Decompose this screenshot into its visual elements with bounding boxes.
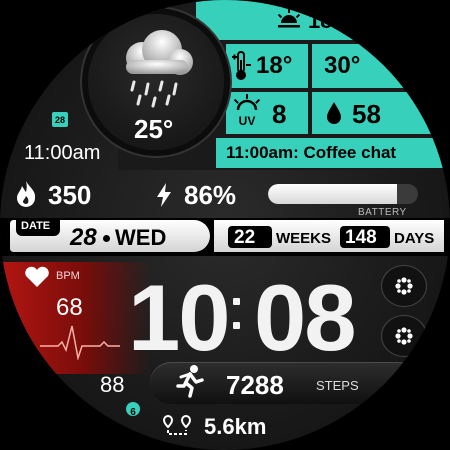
date-day: 28 (70, 224, 97, 251)
lightning-icon (154, 182, 174, 208)
steps-value: 7288 (226, 370, 284, 400)
date-separator-dot (103, 235, 110, 242)
temp-min: 18° (256, 52, 293, 79)
heart-icon (24, 266, 50, 288)
calories-value: 350 (48, 180, 92, 210)
weeks-value: 22 (234, 227, 256, 248)
date-label-tag: DATE (16, 218, 60, 236)
weeks-box: 22 (228, 226, 272, 248)
days-box: 148 (340, 226, 390, 248)
dots-icon (394, 326, 414, 346)
sunrise-cell: 18:49 (196, 0, 450, 40)
complication-button-top[interactable] (382, 266, 426, 306)
battery-label: BATTERY (358, 207, 407, 218)
weather-dial[interactable]: 25° (88, 14, 224, 150)
temp-max-cell: 30° (312, 44, 450, 88)
complication-button-bottom[interactable] (382, 316, 426, 356)
bpm-label: BPM (56, 270, 80, 282)
rain-cloud-icon (112, 28, 200, 108)
bpm-value: 68 (56, 294, 83, 321)
days-value: 148 (345, 227, 377, 248)
route-icon (162, 414, 192, 438)
next-event: 11:00am: Coffee chat (226, 143, 397, 162)
days-label: DAYS (394, 230, 435, 247)
battery-bar (268, 184, 418, 204)
time-hours: 10 (128, 265, 231, 370)
steps-label: STEPS (316, 378, 359, 393)
notification-badge[interactable]: 6 (126, 402, 140, 418)
ecg-line (40, 324, 120, 360)
temp-max: 30° (324, 52, 361, 79)
notification-count: 6 (130, 407, 136, 418)
current-temp: 25° (134, 114, 174, 144)
humidity-cell: 58 (312, 92, 450, 134)
left-value: 88 (100, 372, 125, 397)
sunrise-time: 18:49 (308, 8, 365, 33)
temp-min-cell: 18° (226, 44, 308, 88)
uv-value: 8 (272, 99, 287, 129)
weeks-label: WEEKS (276, 230, 332, 247)
time-colon (233, 298, 241, 332)
event-time[interactable]: 11:00am (24, 142, 100, 165)
uv-icon: UV (232, 94, 262, 130)
dots-icon (394, 276, 414, 296)
sunrise-icon (276, 8, 302, 30)
droplet-icon (326, 101, 342, 125)
date-weekday: WED (115, 225, 167, 250)
thermometer-icon (232, 50, 252, 82)
date-label: DATE (21, 220, 51, 232)
calendar-icon: 28 (52, 112, 68, 127)
next-event-cell[interactable]: 11:00am: Coffee chat (216, 138, 450, 168)
battery-percent: 86% (184, 180, 237, 210)
watch-face: 18:49 18° 30° UV 8 58 11:00am: Coffee ch… (0, 0, 450, 450)
humidity-value: 58 (352, 99, 381, 129)
distance-value: 5.6km (204, 414, 267, 439)
svg-text:UV: UV (239, 114, 256, 128)
runner-icon (176, 364, 204, 398)
calendar-day-badge: 28 (54, 115, 65, 125)
flame-icon (14, 180, 38, 208)
time-minutes: 08 (254, 265, 357, 370)
uv-cell: UV 8 (226, 92, 308, 134)
steps-panel[interactable]: 7288 STEPS (150, 362, 420, 404)
battery-fill (268, 184, 397, 204)
